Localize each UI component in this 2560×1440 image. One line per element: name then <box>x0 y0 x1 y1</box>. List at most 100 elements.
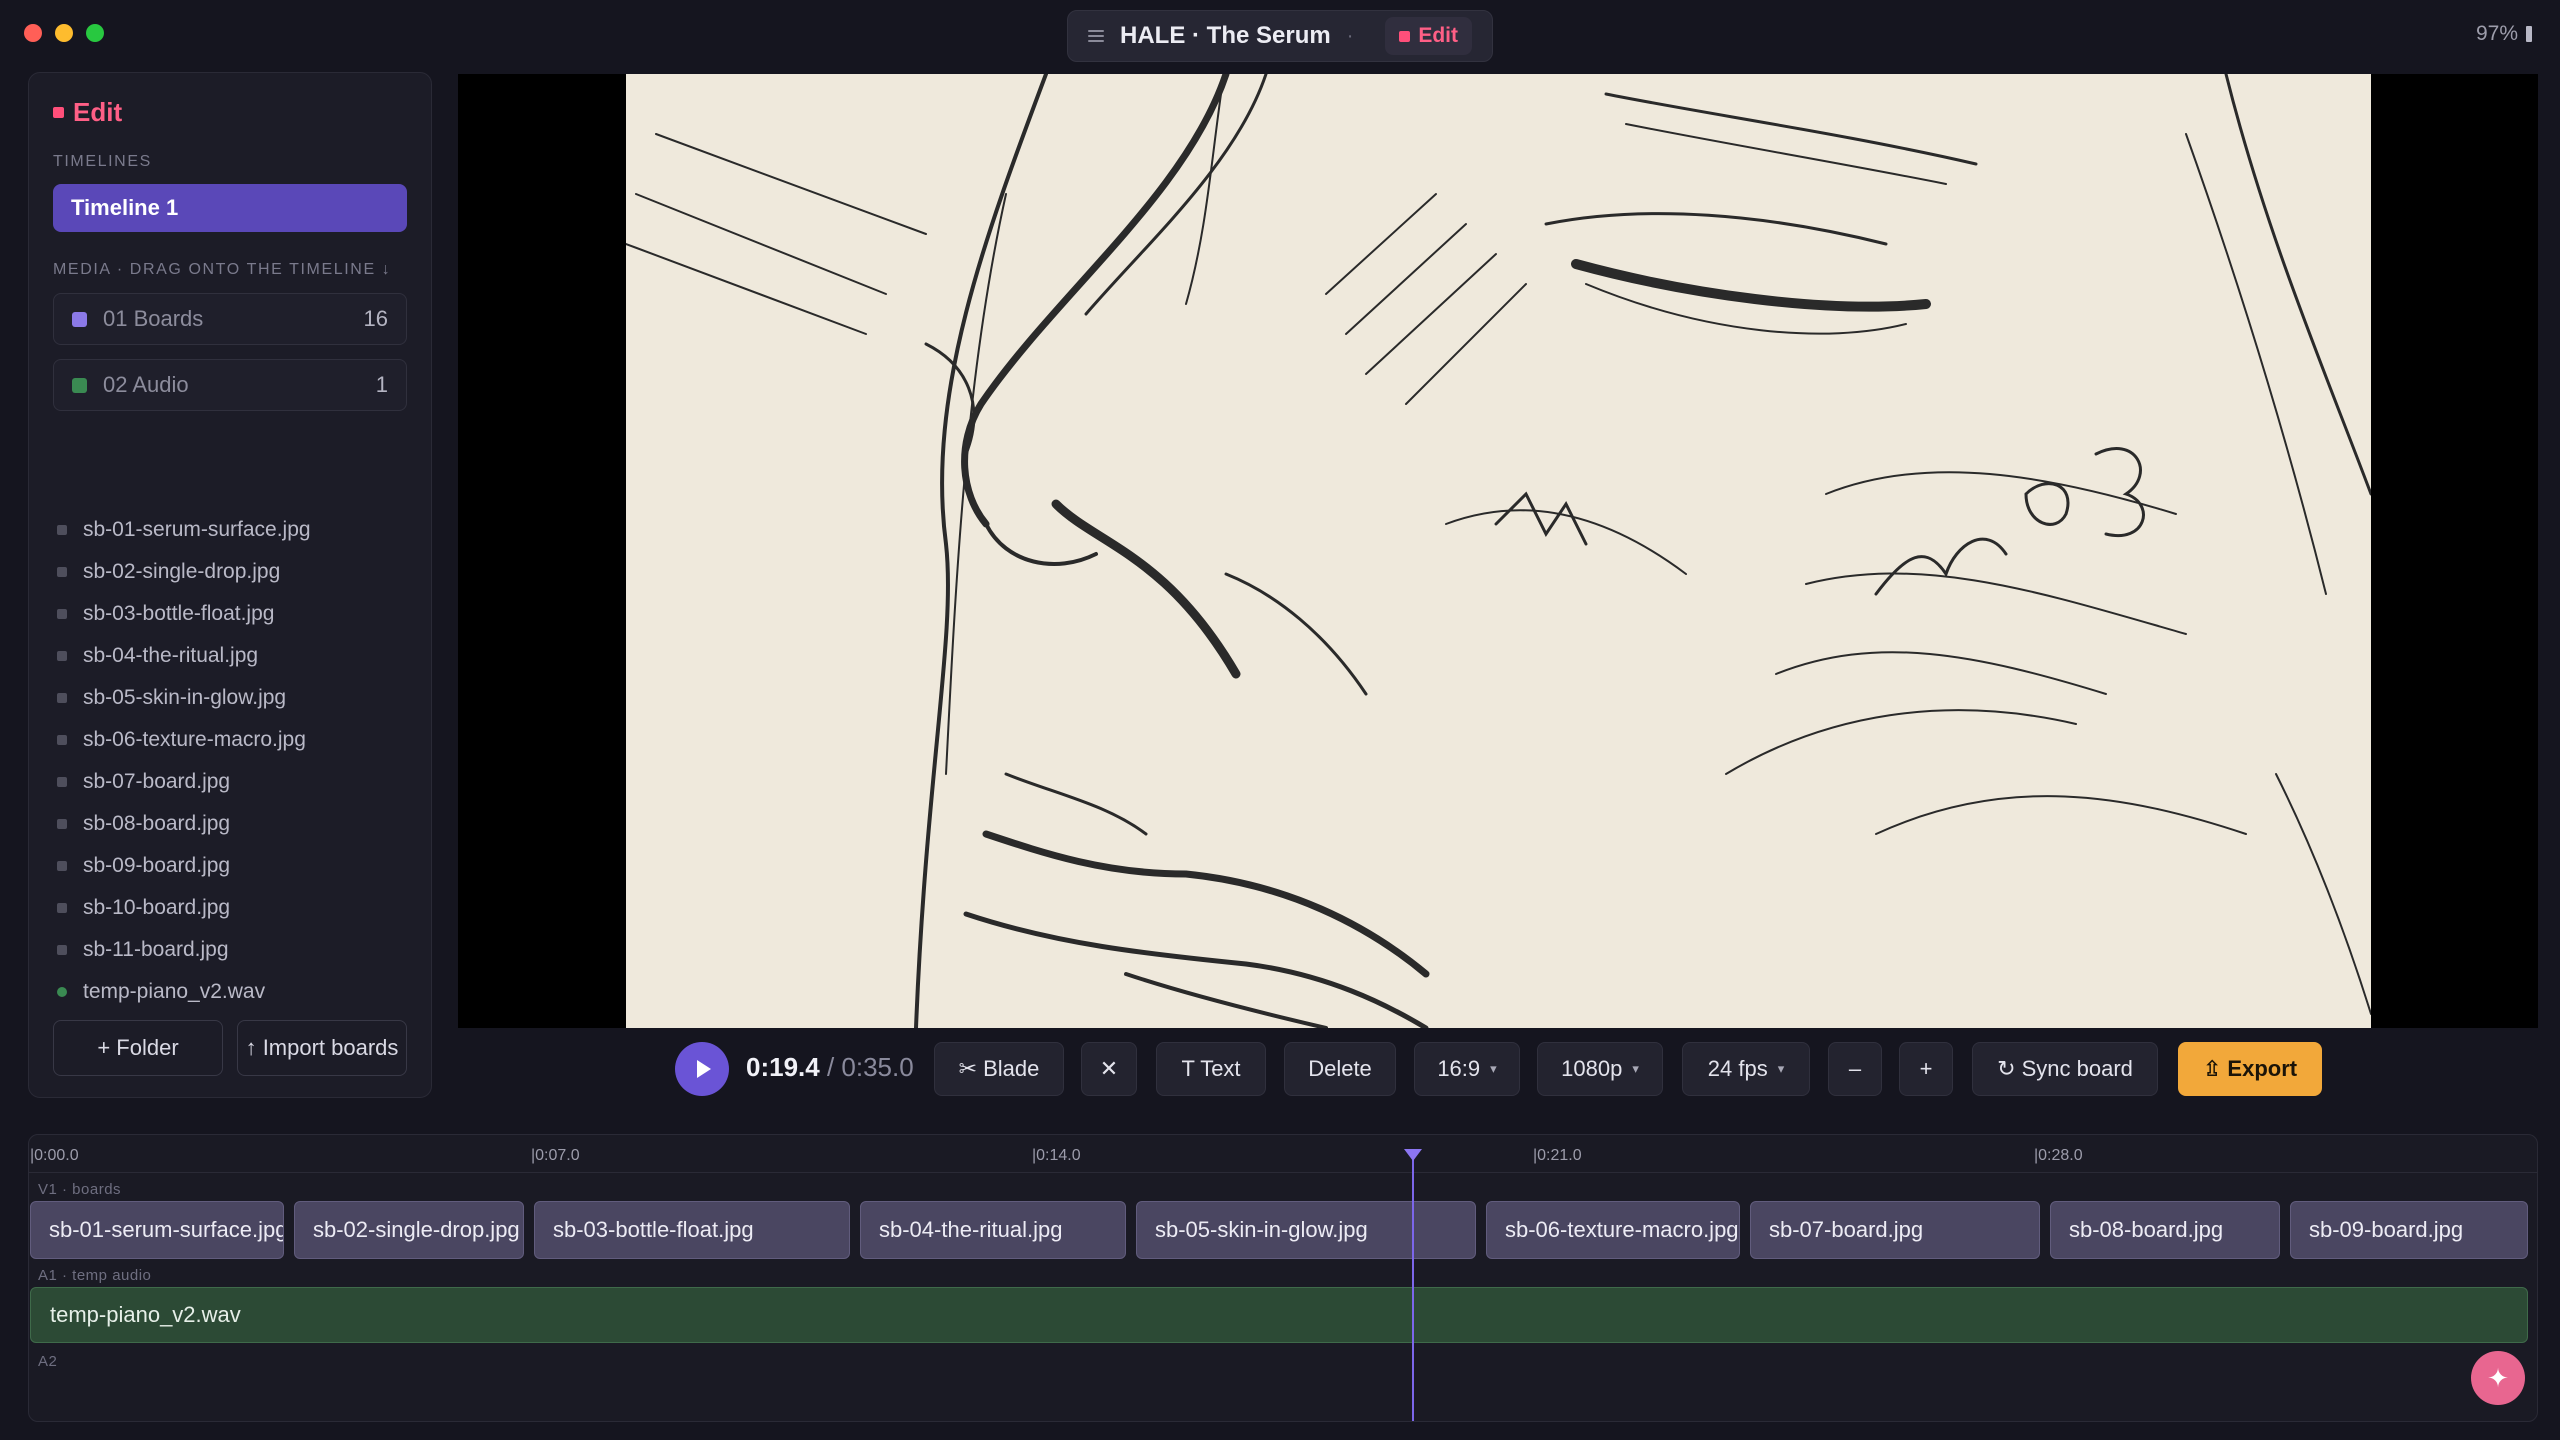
media-item-label: sb-05-skin-in-glow.jpg <box>83 686 287 709</box>
track-label-v1: V1 · boards <box>38 1181 122 1198</box>
ruler-mark: |0:14.0 <box>1032 1147 1081 1164</box>
folder-name: 02 Audio <box>103 372 189 397</box>
media-item[interactable]: sb-05-skin-in-glow.jpg <box>53 677 413 719</box>
aspect-ratio-select[interactable]: 16:9 ▾ <box>1414 1042 1520 1096</box>
media-item-label: sb-06-texture-macro.jpg <box>83 728 306 751</box>
project-title: HALE · The Serum <box>1120 22 1331 49</box>
zoom-indicator: 97% <box>2476 22 2532 46</box>
folder-boards[interactable]: 01 Boards 16 <box>53 293 407 345</box>
image-file-icon <box>57 567 67 577</box>
close-tool-button[interactable]: ✕ <box>1081 1042 1137 1096</box>
minimize-window-button[interactable] <box>55 24 73 42</box>
media-file-list: sb-01-serum-surface.jpg sb-02-single-dro… <box>53 509 413 1013</box>
title-separator: · <box>1346 24 1354 47</box>
image-file-icon <box>57 945 67 955</box>
time-ruler[interactable]: |0:00.0 |0:07.0 |0:14.0 |0:21.0 |0:28.0 <box>29 1135 2537 1173</box>
window-controls <box>24 24 104 42</box>
import-boards-button[interactable]: ↑ Import boards <box>237 1020 407 1076</box>
ruler-mark: |0:00.0 <box>30 1147 79 1164</box>
zoom-in-button[interactable]: + <box>1899 1042 1953 1096</box>
media-item[interactable]: sb-10-board.jpg <box>53 887 413 929</box>
image-file-icon <box>57 525 67 535</box>
close-window-button[interactable] <box>24 24 42 42</box>
aspect-ratio-value: 16:9 <box>1437 1056 1481 1081</box>
timeline-clip[interactable]: sb-07-board.jpg <box>1750 1201 2040 1259</box>
ruler-mark: |0:21.0 <box>1533 1147 1582 1164</box>
timeline-clip[interactable]: sb-01-serum-surface.jpg <box>30 1201 284 1259</box>
menu-icon[interactable] <box>1088 30 1104 42</box>
mode-chip[interactable]: Edit <box>1385 17 1472 55</box>
media-item[interactable]: sb-08-board.jpg <box>53 803 413 845</box>
image-file-icon <box>57 777 67 787</box>
fps-select[interactable]: 24 fps ▾ <box>1682 1042 1810 1096</box>
track-label-a2: A2 <box>38 1353 58 1370</box>
resolution-value: 1080p <box>1561 1056 1623 1081</box>
audio-file-icon <box>57 987 67 997</box>
mode-label: Edit <box>1418 24 1458 47</box>
media-item[interactable]: sb-09-board.jpg <box>53 845 413 887</box>
ruler-mark: |0:07.0 <box>531 1147 580 1164</box>
add-folder-button[interactable]: + Folder <box>53 1020 223 1076</box>
media-item[interactable]: sb-01-serum-surface.jpg <box>53 509 413 551</box>
timeline-item-1[interactable]: Timeline 1 <box>53 184 407 232</box>
folder-audio[interactable]: 02 Audio 1 <box>53 359 407 411</box>
image-file-icon <box>57 609 67 619</box>
panel-header: Edit <box>53 97 122 128</box>
total-time: 0:35.0 <box>841 1052 914 1082</box>
timeline-clip[interactable]: sb-06-texture-macro.jpg <box>1486 1201 1740 1259</box>
caret-down-icon: ▾ <box>1632 1061 1639 1076</box>
media-item-label: temp-piano_v2.wav <box>83 980 266 1003</box>
resolution-select[interactable]: 1080p ▾ <box>1537 1042 1663 1096</box>
play-button[interactable] <box>675 1042 729 1096</box>
ruler-mark: |0:28.0 <box>2034 1147 2083 1164</box>
image-file-icon <box>57 819 67 829</box>
media-item[interactable]: temp-piano_v2.wav <box>53 971 413 1013</box>
timeline-clip[interactable]: sb-03-bottle-float.jpg <box>534 1201 850 1259</box>
sync-board-button[interactable]: ↻ Sync board <box>1972 1042 2158 1096</box>
export-button[interactable]: ⇫ Export <box>2178 1042 2322 1096</box>
media-panel: Edit TIMELINES Timeline 1 MEDIA · DRAG O… <box>28 72 432 1098</box>
current-time: 0:19.4 <box>746 1052 820 1082</box>
delete-button[interactable]: Delete <box>1284 1042 1396 1096</box>
timeline-clip[interactable]: sb-09-board.jpg <box>2290 1201 2528 1259</box>
image-file-icon <box>57 693 67 703</box>
text-tool-button[interactable]: T Text <box>1156 1042 1266 1096</box>
zoom-level: 97% <box>2475 22 2518 45</box>
media-item[interactable]: sb-06-texture-macro.jpg <box>53 719 413 761</box>
zoom-out-button[interactable]: – <box>1828 1042 1882 1096</box>
storyboard-frame <box>626 74 2371 1028</box>
media-item[interactable]: sb-11-board.jpg <box>53 929 413 971</box>
pencil-sketch-image <box>626 74 2371 1028</box>
blade-tool-button[interactable]: ✂ Blade <box>934 1042 1064 1096</box>
folder-count: 16 <box>363 306 388 331</box>
media-item-label: sb-09-board.jpg <box>83 854 231 877</box>
timeline-clip[interactable]: sb-02-single-drop.jpg <box>294 1201 524 1259</box>
project-title-pill[interactable]: HALE · The Serum · Edit <box>1067 10 1493 62</box>
media-item-label: sb-07-board.jpg <box>83 770 231 793</box>
image-file-icon <box>57 861 67 871</box>
maximize-window-button[interactable] <box>86 24 104 42</box>
media-item[interactable]: sb-04-the-ritual.jpg <box>53 635 413 677</box>
media-item-label: sb-08-board.jpg <box>83 812 231 835</box>
video-preview[interactable] <box>458 74 2538 1028</box>
caret-down-icon: ▾ <box>1490 1061 1497 1076</box>
media-section-label: MEDIA · DRAG ONTO THE TIMELINE ↓ <box>53 261 392 278</box>
timeline-clip[interactable]: sb-04-the-ritual.jpg <box>860 1201 1126 1259</box>
folder-name: 01 Boards <box>103 306 204 331</box>
timeline-panel[interactable]: |0:00.0 |0:07.0 |0:14.0 |0:21.0 |0:28.0 … <box>28 1134 2538 1422</box>
media-item[interactable]: sb-07-board.jpg <box>53 761 413 803</box>
panel-title: Edit <box>73 97 123 127</box>
audio-clip[interactable]: temp-piano_v2.wav <box>30 1287 2528 1343</box>
timelines-section-label: TIMELINES <box>53 153 152 170</box>
timeline-clip[interactable]: sb-08-board.jpg <box>2050 1201 2280 1259</box>
playhead-handle[interactable] <box>1404 1149 1422 1161</box>
ai-assist-button[interactable]: ✦ <box>2471 1351 2525 1405</box>
timeline-clip[interactable]: sb-05-skin-in-glow.jpg <box>1136 1201 1476 1259</box>
media-item[interactable]: sb-02-single-drop.jpg <box>53 551 413 593</box>
media-item-label: sb-03-bottle-float.jpg <box>83 602 275 625</box>
fps-value: 24 fps <box>1707 1056 1768 1081</box>
media-item[interactable]: sb-03-bottle-float.jpg <box>53 593 413 635</box>
media-item-label: sb-11-board.jpg <box>83 938 229 961</box>
media-item-label: sb-04-the-ritual.jpg <box>83 644 259 667</box>
playhead[interactable] <box>1412 1149 1414 1421</box>
